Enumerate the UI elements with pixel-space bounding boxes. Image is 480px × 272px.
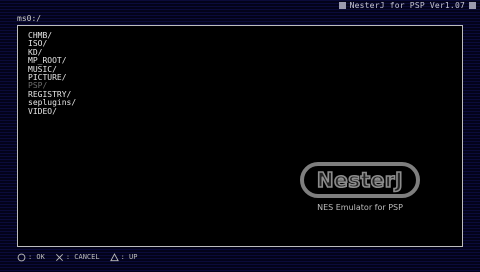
file-list: CHMB/ ISO/ KD/ MP_ROOT/ MUSIC/ PICTURE/ … [28,31,76,116]
square-icon [469,2,476,9]
logo-text: NesterJ [316,167,404,193]
button-hints: : OK : CANCEL : UP [17,252,147,262]
hint-up: : UP [109,252,138,262]
logo-subtitle: NES Emulator for PSP [317,203,403,212]
app-title: NesterJ for PSP Ver1.07 [338,0,476,11]
hint-cancel: : CANCEL [55,253,100,262]
app-title-text: NesterJ for PSP Ver1.07 [349,1,465,10]
hint-ok-label: : OK [28,253,45,261]
current-path: ms0:/ [17,14,42,23]
circle-icon [17,253,26,261]
triangle-icon [109,252,119,261]
square-icon [338,2,346,9]
cross-icon [55,253,63,261]
hint-cancel-label: : CANCEL [65,253,100,261]
hint-ok: : OK [17,253,45,262]
file-browser-panel: CHMB/ ISO/ KD/ MP_ROOT/ MUSIC/ PICTURE/ … [17,25,463,247]
nesterj-logo: NesterJ [300,162,420,198]
hint-up-label: : UP [120,253,138,261]
title-bar: NesterJ for PSP Ver1.07 [0,0,480,11]
list-item[interactable]: VIDEO/ [28,107,76,116]
